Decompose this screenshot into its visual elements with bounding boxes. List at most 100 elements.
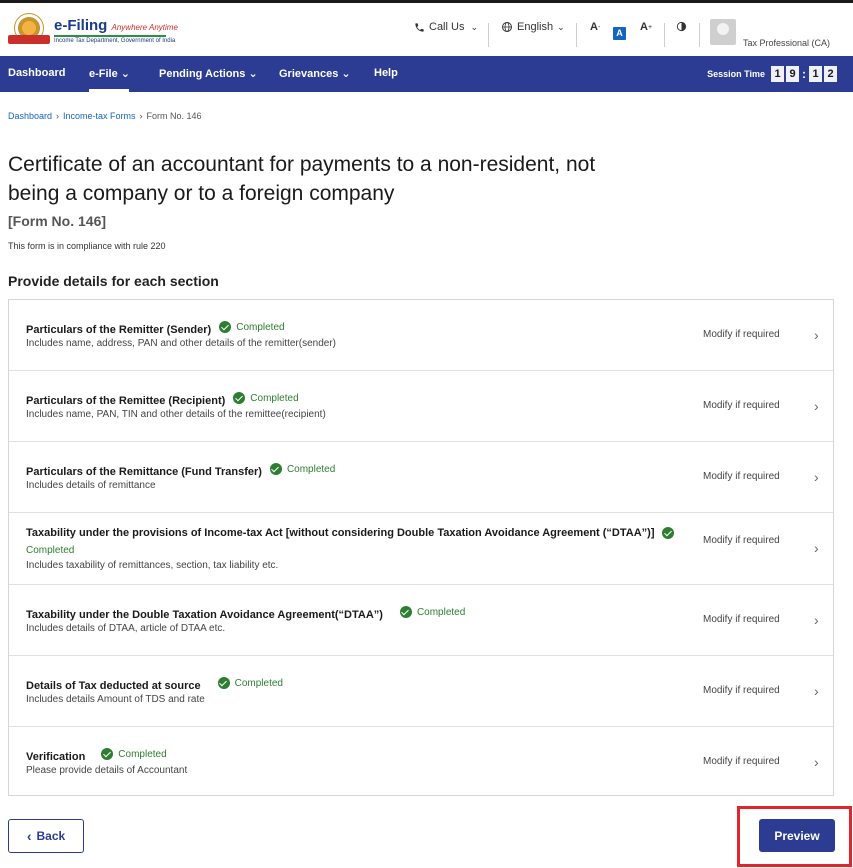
divider [576, 23, 577, 47]
efiling-logo[interactable]: e-Filing Anywhere Anytime Income Tax Dep… [8, 13, 178, 47]
nav-efile[interactable]: e-File ⌄ [89, 67, 130, 80]
font-reset-button[interactable]: A [613, 27, 626, 40]
modify-link[interactable]: Modify if required [703, 756, 780, 767]
avatar[interactable] [710, 19, 736, 45]
check-circle-icon [233, 392, 246, 404]
session-timer: Session Time 1 9 : 1 2 [707, 66, 837, 82]
check-circle-icon [101, 748, 114, 760]
session-label: Session Time [707, 69, 765, 79]
phone-icon [415, 22, 424, 32]
section-title: Particulars of the Remittee (Recipient) [26, 395, 226, 407]
section-title: Taxability under the Double Taxation Avo… [26, 609, 383, 621]
status-badge: Completed [269, 463, 335, 475]
chevron-down-icon: ⌄ [120, 68, 131, 80]
status-badge: Completed [233, 392, 299, 404]
chevron-right-icon[interactable]: › [814, 754, 819, 770]
section-title: Particulars of the Remitter (Sender) [26, 324, 212, 336]
session-digit: 9 [786, 66, 799, 82]
font-reset-label: A [613, 27, 626, 40]
font-decrease-button[interactable]: A- [590, 21, 600, 33]
chevron-right-icon[interactable]: › [814, 612, 819, 628]
modify-link[interactable]: Modify if required [703, 329, 780, 340]
section-description: Includes name, PAN, TIN and other detail… [26, 409, 326, 420]
form-number: [Form No. 146] [8, 213, 107, 229]
chevron-down-icon: ⌄ [557, 21, 565, 32]
section-row-remittance[interactable]: Particulars of the Remittance (Fund Tran… [9, 442, 833, 513]
main-nav: Dashboard e-File ⌄ Pending Actions ⌄ Gri… [0, 56, 853, 92]
session-digit: 2 [824, 66, 837, 82]
section-row-remittee[interactable]: Particulars of the Remittee (Recipient) C… [9, 371, 833, 442]
section-description: Includes details Amount of TDS and rate [26, 694, 205, 705]
font-decrease-label: A [590, 21, 598, 33]
nav-dashboard[interactable]: Dashboard [8, 67, 65, 79]
section-description: Includes details of remittance [26, 480, 156, 491]
section-row-remitter[interactable]: Particulars of the Remitter (Sender) Comp… [9, 300, 833, 371]
logo-tagline: Anywhere Anytime [111, 22, 178, 32]
back-button[interactable]: ‹ Back [8, 819, 84, 853]
emblem-icon [8, 13, 50, 47]
section-row-taxability-act[interactable]: Taxability under the provisions of Incom… [9, 513, 833, 585]
back-label: Back [36, 829, 66, 843]
section-title: Particulars of the Remittance (Fund Tran… [26, 466, 262, 478]
section-row-verification[interactable]: Verification Completed Please provide det… [9, 727, 833, 797]
section-row-taxability-dtaa[interactable]: Taxability under the Double Taxation Avo… [9, 585, 833, 656]
contrast-toggle[interactable] [676, 21, 687, 32]
breadcrumb-dashboard[interactable]: Dashboard [8, 111, 52, 121]
breadcrumb: Dashboard › Income-tax Forms › Form No. 146 [8, 111, 202, 121]
section-row-tds[interactable]: Details of Tax deducted at source Complet… [9, 656, 833, 727]
logo-subtitle: Income Tax Department, Government of Ind… [54, 37, 176, 44]
section-description: Includes taxability of remittances, sect… [26, 560, 279, 571]
nav-pending-actions[interactable]: Pending Actions ⌄ [159, 67, 258, 80]
page-title: Certificate of an accountant for payment… [8, 153, 596, 205]
modify-link[interactable]: Modify if required [703, 685, 780, 696]
section-title: Details of Tax deducted at source [26, 680, 201, 692]
check-circle-icon [219, 321, 232, 333]
top-bar: e-Filing Anywhere Anytime Income Tax Dep… [0, 0, 853, 56]
divider [664, 23, 665, 47]
check-circle-icon [662, 527, 674, 539]
language-label: English [517, 21, 554, 33]
session-colon: : [802, 67, 806, 81]
chevron-right-icon[interactable]: › [814, 469, 819, 485]
compliance-note: This form is in compliance with rule 220 [8, 241, 166, 251]
section-description: Please provide details of Accountant [26, 765, 188, 776]
preview-button[interactable]: Preview [759, 819, 835, 852]
status-badge: Completed [399, 606, 465, 618]
modify-link[interactable]: Modify if required [703, 471, 780, 482]
chevron-right-icon[interactable]: › [814, 540, 819, 556]
nav-help[interactable]: Help [374, 67, 398, 79]
section-list: Particulars of the Remitter (Sender) Comp… [8, 299, 834, 796]
section-description: Includes details of DTAA, article of DTA… [26, 623, 226, 634]
check-circle-icon [399, 606, 412, 618]
section-title: Taxability under the provisions of Incom… [26, 527, 655, 539]
preview-label: Preview [774, 828, 820, 843]
logo-title: e-Filing [54, 16, 108, 34]
font-increase-button[interactable]: A + [640, 21, 652, 33]
nav-active-indicator [89, 89, 129, 92]
call-us-button[interactable]: Call Us ⌄ [414, 21, 478, 33]
contrast-icon [676, 21, 687, 32]
globe-icon [502, 22, 512, 32]
profile-role[interactable]: Tax Professional (CA) [743, 38, 830, 48]
chevron-down-icon: ⌄ [248, 68, 258, 80]
modify-link[interactable]: Modify if required [703, 400, 780, 411]
modify-link[interactable]: Modify if required [703, 614, 780, 625]
session-digit: 1 [809, 66, 822, 82]
chevron-right-icon[interactable]: › [814, 683, 819, 699]
chevron-right-icon[interactable]: › [814, 398, 819, 414]
section-description: Includes name, address, PAN and other de… [26, 338, 336, 349]
language-select[interactable]: English ⌄ [501, 21, 565, 33]
section-heading: Provide details for each section [8, 273, 219, 289]
chevron-left-icon: ‹ [26, 828, 32, 844]
nav-grievances[interactable]: Grievances ⌄ [279, 67, 351, 80]
chevron-right-icon[interactable]: › [814, 327, 819, 343]
font-increase-label: A [640, 21, 648, 33]
chevron-right-icon: › [139, 111, 143, 121]
modify-link[interactable]: Modify if required [703, 535, 780, 546]
status-badge: Completed [101, 748, 167, 760]
breadcrumb-income-tax-forms[interactable]: Income-tax Forms [63, 111, 136, 121]
status-badge: Completed [219, 321, 285, 333]
chevron-down-icon: ⌄ [341, 68, 351, 80]
divider [488, 23, 489, 47]
divider [699, 23, 700, 47]
